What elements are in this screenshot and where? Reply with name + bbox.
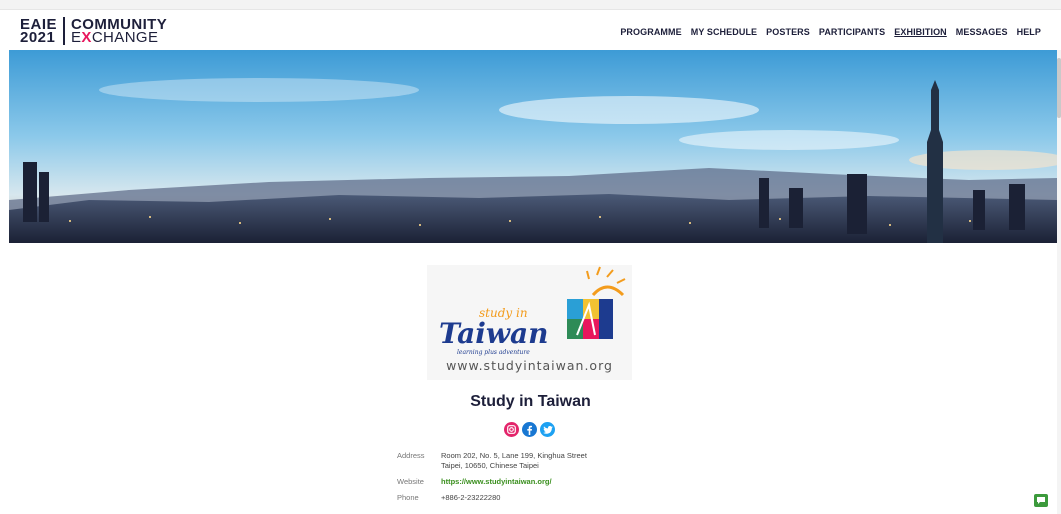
nav-programme[interactable]: PROGRAMME [620, 27, 681, 37]
address-label: Address [397, 451, 425, 460]
logo-tagline-text: learning plus adventure [457, 349, 530, 356]
browser-top-strip [0, 0, 1061, 10]
address-value: Room 202, No. 5, Lane 199, Kinghua Stree… [441, 451, 587, 470]
social-links [504, 422, 555, 437]
phone-row: Phone +886-2-23222280 [397, 493, 587, 503]
instagram-icon[interactable] [504, 422, 519, 437]
taipei-skyline-banner [9, 50, 1057, 243]
website-label: Website [397, 477, 424, 486]
website-link[interactable]: https://www.studyintaiwan.org/ [441, 477, 552, 487]
logo-year: EAIE 2021 [20, 16, 58, 46]
nav-messages[interactable]: MESSAGES [956, 27, 1008, 37]
page-scrollbar-thumb[interactable] [1057, 58, 1061, 118]
nav-participants[interactable]: PARTICIPANTS [819, 27, 885, 37]
exhibitor-contact-info: Address Room 202, No. 5, Lane 199, Kingh… [397, 451, 587, 509]
page-scrollbar-track[interactable] [1057, 50, 1061, 514]
nav-posters[interactable]: POSTERS [766, 27, 810, 37]
logo-url-text: www.studyintaiwan.org [446, 358, 613, 373]
site-header: EAIE 2021 COMMUNITY EXCHANGE PROGRAMME M… [0, 10, 1061, 50]
main-nav: PROGRAMME MY SCHEDULE POSTERS PARTICIPAN… [620, 27, 1041, 37]
logo-divider [63, 17, 66, 45]
phone-label: Phone [397, 493, 419, 502]
phone-value: +886-2-23222280 [441, 493, 501, 502]
exhibitor-logo[interactable]: study in Taiwan learning plus adventure … [427, 265, 632, 380]
website-row: Website https://www.studyintaiwan.org/ [397, 477, 587, 487]
nav-my-schedule[interactable]: MY SCHEDULE [691, 27, 757, 37]
facebook-icon[interactable] [522, 422, 537, 437]
exhibitor-name: Study in Taiwan [470, 393, 591, 410]
twitter-icon[interactable] [540, 422, 555, 437]
nav-exhibition[interactable]: EXHIBITION [894, 27, 947, 37]
address-row: Address Room 202, No. 5, Lane 199, Kingh… [397, 451, 587, 471]
logo-community-exchange: COMMUNITY EXCHANGE [71, 16, 168, 46]
nav-help[interactable]: HELP [1017, 27, 1041, 37]
chat-icon[interactable] [1034, 494, 1048, 507]
logo-taiwan-text: Taiwan [439, 317, 549, 350]
eaie-logo[interactable]: EAIE 2021 COMMUNITY EXCHANGE [20, 16, 167, 46]
